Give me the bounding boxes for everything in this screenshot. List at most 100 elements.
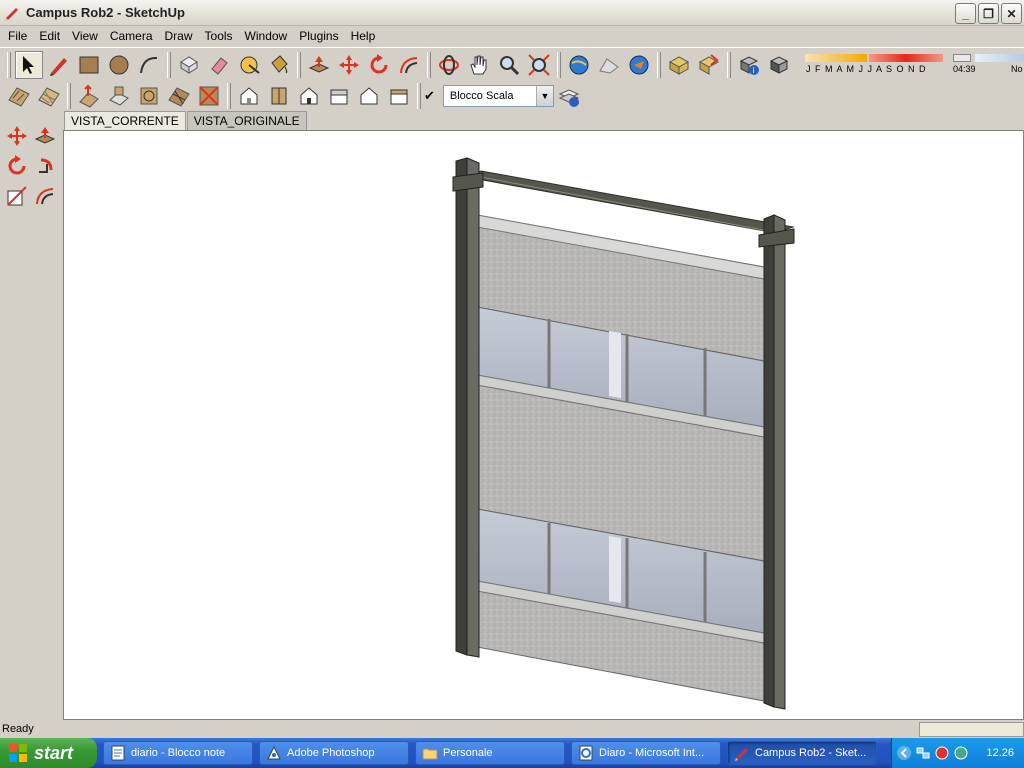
shadow-settings-button[interactable]: [765, 51, 793, 79]
tab-vista-corrente[interactable]: VISTA_CORRENTE: [64, 111, 186, 130]
left-offset-tool-button[interactable]: [31, 182, 59, 210]
toggle-terrain-button[interactable]: [595, 51, 623, 79]
view-left-button[interactable]: [385, 82, 413, 110]
share-model-button[interactable]: [695, 51, 723, 79]
task-folder[interactable]: Personale: [415, 741, 565, 765]
tape-measure-button[interactable]: [235, 51, 263, 79]
menu-edit[interactable]: Edit: [33, 26, 66, 46]
house-left-icon: [390, 89, 408, 105]
menu-plugins[interactable]: Plugins: [293, 26, 344, 46]
task-label: Personale: [443, 747, 493, 759]
zoom-extents-button[interactable]: [525, 51, 553, 79]
start-label: start: [34, 742, 74, 763]
menu-camera[interactable]: Camera: [104, 26, 159, 46]
left-move-tool-button[interactable]: [3, 122, 31, 150]
view-iso-button[interactable]: [235, 82, 263, 110]
sandbox-from-scratch-button[interactable]: [35, 82, 63, 110]
volume-icon[interactable]: [953, 745, 969, 761]
measurements-box[interactable]: [919, 722, 1024, 737]
task-photoshop[interactable]: Adobe Photoshop: [259, 741, 409, 765]
get-models-button[interactable]: [665, 51, 693, 79]
sandbox-from-contours-button[interactable]: [5, 82, 33, 110]
month-slider-left[interactable]: [805, 54, 867, 62]
drape-button[interactable]: [135, 82, 163, 110]
shadow-settings-strip[interactable]: J F M A M J J A S O N D 04:39 No: [803, 52, 1024, 76]
offset-tool-button[interactable]: [395, 51, 423, 79]
close-button[interactable]: ✕: [1001, 3, 1022, 24]
eraser-icon: [211, 56, 228, 75]
view-top-button[interactable]: [265, 82, 293, 110]
left-rotate-tool-button[interactable]: [3, 152, 31, 180]
arc-tool-button[interactable]: [135, 51, 163, 79]
flip-edge-button[interactable]: [195, 82, 223, 110]
pan-tool-button[interactable]: [465, 51, 493, 79]
add-detail-button[interactable]: [165, 82, 193, 110]
left-push-pull-button[interactable]: [31, 122, 59, 150]
facade-model: [452, 157, 795, 710]
eraser-tool-button[interactable]: [205, 51, 233, 79]
place-model-button[interactable]: [625, 51, 653, 79]
tape-measure-icon: [240, 56, 260, 74]
push-pull-icon: [308, 55, 330, 73]
time-slider-handle[interactable]: [953, 54, 971, 62]
tab-vista-originale[interactable]: VISTA_ORIGINALE: [186, 111, 307, 130]
month-slider-right[interactable]: [869, 54, 943, 62]
toolbar-separator: [67, 83, 71, 109]
paint-bucket-button[interactable]: [265, 51, 293, 79]
view-right-button[interactable]: [325, 82, 353, 110]
circle-tool-button[interactable]: [105, 51, 133, 79]
time-slider-track[interactable]: [975, 54, 1024, 62]
task-sketchup[interactable]: Campus Rob2 - Sket...: [727, 741, 877, 765]
layer-dropdown[interactable]: Blocco Scala ▼: [442, 85, 554, 107]
rectangle-tool-button[interactable]: [75, 51, 103, 79]
menu-view[interactable]: View: [66, 26, 104, 46]
toolbar-grip[interactable]: [7, 51, 11, 78]
pencil-tool-button[interactable]: [45, 51, 73, 79]
start-button[interactable]: start: [0, 738, 97, 768]
network-icon[interactable]: [915, 745, 931, 761]
stamp-button[interactable]: [105, 82, 133, 110]
layer-manager-button[interactable]: [555, 82, 583, 110]
left-follow-me-button[interactable]: [31, 152, 59, 180]
smoove-button[interactable]: [75, 82, 103, 110]
antivirus-icon[interactable]: [934, 745, 950, 761]
house-back-icon: [360, 87, 378, 105]
make-component-button[interactable]: [175, 51, 203, 79]
window-controls: _ ❐ ✕: [955, 3, 1022, 24]
offset-icon: [400, 56, 418, 73]
select-tool-button[interactable]: [15, 50, 43, 79]
menu-window[interactable]: Window: [239, 26, 294, 46]
view-back-button[interactable]: [355, 82, 383, 110]
maximize-button[interactable]: ❐: [978, 3, 999, 24]
task-internet-explorer[interactable]: Diaro - Microsoft Int...: [571, 741, 721, 765]
clock: 12.26: [986, 747, 1014, 759]
chevron-down-icon[interactable]: ▼: [535, 86, 553, 106]
menu-draw[interactable]: Draw: [159, 26, 199, 46]
rotate-icon: [370, 53, 388, 73]
task-label: Campus Rob2 - Sket...: [755, 747, 867, 759]
drawing-viewport[interactable]: [63, 130, 1024, 720]
move-tool-button[interactable]: [335, 51, 363, 79]
menu-tools[interactable]: Tools: [199, 26, 239, 46]
toolbar-separator: [297, 51, 301, 78]
zoom-tool-button[interactable]: [495, 51, 523, 79]
magnifier-icon: [500, 55, 520, 75]
status-bar: Ready: [0, 721, 1024, 738]
task-notepad[interactable]: diario - Blocco note: [103, 741, 253, 765]
orbit-tool-button[interactable]: [435, 51, 463, 79]
shadow-box-icon: [769, 55, 789, 74]
view-front-button[interactable]: [295, 82, 323, 110]
model-info-button[interactable]: i: [735, 51, 763, 79]
minimize-button[interactable]: _: [955, 3, 976, 24]
noon-label: No: [1011, 64, 1023, 74]
left-scale-tool-button[interactable]: [3, 182, 31, 210]
chevron-left-icon[interactable]: [896, 745, 912, 761]
push-pull-button[interactable]: [305, 51, 333, 79]
task-label: Diaro - Microsoft Int...: [599, 747, 705, 759]
menu-file[interactable]: File: [2, 26, 33, 46]
get-current-view-button[interactable]: [565, 51, 593, 79]
layer-visible-checkmark[interactable]: ✔: [424, 88, 435, 104]
component-icon: [180, 55, 198, 74]
menu-help[interactable]: Help: [345, 26, 382, 46]
rotate-tool-button[interactable]: [365, 51, 393, 79]
